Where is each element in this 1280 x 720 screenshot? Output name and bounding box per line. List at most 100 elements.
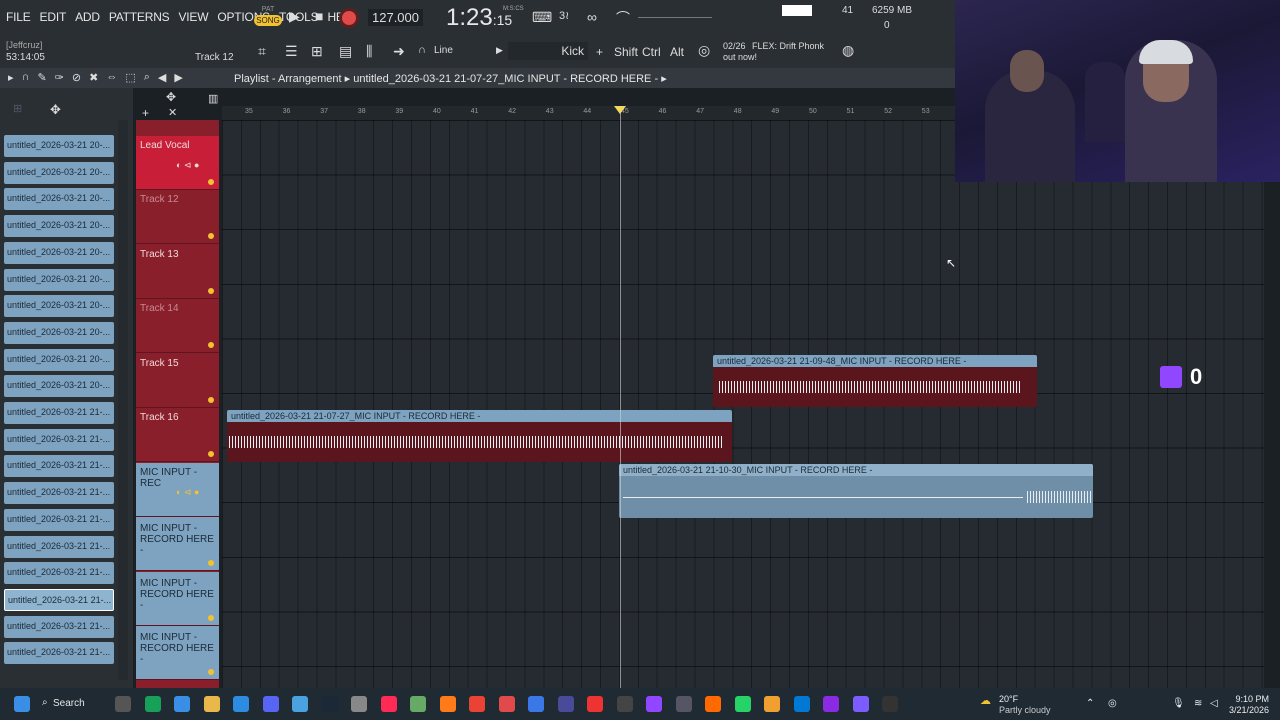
slip-icon[interactable]: ⇔ bbox=[106, 71, 117, 84]
taskbar-app-icon[interactable] bbox=[823, 696, 839, 712]
taskbar-app-icon[interactable] bbox=[705, 696, 721, 712]
taskbar-app-icon[interactable] bbox=[351, 696, 367, 712]
close-icon[interactable]: ✕ bbox=[168, 106, 177, 119]
menu-patterns[interactable]: PATTERNS bbox=[109, 10, 170, 24]
snap-select[interactable]: Line bbox=[434, 45, 453, 56]
browser-clip-item[interactable]: untitled_2026-03-21 20-... bbox=[4, 188, 114, 211]
browser-clip-item[interactable]: untitled_2026-03-21 21-... bbox=[4, 482, 114, 505]
taskbar-app-icon[interactable] bbox=[292, 696, 308, 712]
zoom-icon[interactable]: ⌕ bbox=[144, 71, 150, 84]
taskbar-app-icon[interactable] bbox=[882, 696, 898, 712]
add-track-icon[interactable]: + bbox=[142, 106, 149, 120]
plus-icon[interactable]: + bbox=[596, 45, 603, 59]
magnet-icon[interactable]: ∩ bbox=[418, 44, 426, 56]
taskbar-app-icon[interactable] bbox=[262, 696, 279, 712]
menu-add[interactable]: ADD bbox=[75, 10, 100, 24]
search-icon[interactable]: ⌕ bbox=[42, 697, 48, 708]
channel-selector[interactable]: Kick bbox=[508, 42, 588, 60]
track-lead-vocal[interactable]: Lead Vocal ◐ ⊲ ● bbox=[136, 136, 219, 190]
taskbar-app-icon[interactable] bbox=[852, 696, 869, 712]
browser-clip-item[interactable]: untitled_2026-03-21 20-... bbox=[4, 295, 114, 318]
track-mute-icon[interactable]: ◐ ⊲ ● bbox=[176, 487, 199, 498]
alt-key[interactable]: Alt bbox=[670, 45, 684, 59]
tray-app-icon[interactable]: ◎ bbox=[1108, 698, 1117, 709]
select-icon[interactable]: ⬚ bbox=[125, 71, 135, 84]
mixer-icon[interactable]: ⫼ bbox=[366, 43, 372, 60]
playlist-icon[interactable]: ☰ bbox=[285, 43, 298, 60]
menu-file[interactable]: FILE bbox=[6, 10, 31, 24]
metronome-icon[interactable]: ⌒ bbox=[616, 8, 630, 28]
taskbar-app-icon[interactable] bbox=[115, 696, 131, 712]
taskbar-app-icon[interactable] bbox=[321, 696, 338, 712]
browser-clip-item[interactable]: untitled_2026-03-21 21-... bbox=[4, 428, 114, 451]
track-mic-input-2[interactable]: MIC INPUT - RECORD HERE - bbox=[136, 517, 219, 571]
loop-record-icon[interactable]: ∞ bbox=[587, 9, 597, 25]
chevron-right-icon[interactable]: ▶ bbox=[496, 45, 503, 56]
browser-clip-item[interactable]: untitled_2026-03-21 20-... bbox=[4, 321, 114, 344]
menu-view[interactable]: VIEW bbox=[178, 10, 208, 24]
piano-roll-icon[interactable]: ▤ bbox=[339, 43, 352, 60]
volume-icon[interactable]: ◁ bbox=[1210, 698, 1218, 709]
grid-view-icon[interactable]: ▥ bbox=[208, 92, 218, 105]
playhead[interactable] bbox=[620, 108, 621, 688]
browser-clip-item[interactable]: untitled_2026-03-21 21-... bbox=[4, 402, 114, 424]
taskbar-app-icon[interactable] bbox=[675, 696, 692, 712]
taskbar-app-icon[interactable] bbox=[410, 696, 426, 712]
track-mic-input-3[interactable]: MIC INPUT - RECORD HERE - bbox=[136, 572, 219, 626]
track-mic-input[interactable]: MIC INPUT - REC ◐ ⊲ ● bbox=[136, 463, 219, 517]
speaker-icon[interactable]: ◀ bbox=[158, 71, 166, 84]
stop-icon[interactable]: ■ bbox=[315, 8, 323, 24]
breadcrumb[interactable]: untitled_2026-03-21 21-07-27_MIC INPUT -… bbox=[353, 73, 658, 85]
browser-clip-item[interactable]: untitled_2026-03-21 21-... bbox=[4, 535, 114, 558]
taskbar-app-icon[interactable] bbox=[764, 696, 780, 712]
pencil-icon[interactable]: ✎ bbox=[37, 71, 46, 84]
taskbar-app-icon[interactable] bbox=[469, 696, 485, 712]
taskbar-app-icon[interactable] bbox=[793, 696, 810, 712]
track-16[interactable]: Track 16 bbox=[136, 408, 219, 462]
microphone-icon[interactable]: 🎙 bbox=[1172, 698, 1185, 709]
audio-clip[interactable]: untitled_2026-03-21 21-07-27_MIC INPUT -… bbox=[227, 410, 732, 462]
taskbar-app-icon[interactable] bbox=[587, 696, 603, 712]
play-icon[interactable]: ▶ bbox=[289, 8, 300, 25]
track-15[interactable]: Track 15 bbox=[136, 354, 219, 408]
globe-icon[interactable]: ◍ bbox=[842, 42, 854, 59]
browser-clip-item[interactable]: untitled_2026-03-21 20-... bbox=[4, 268, 114, 291]
record-button[interactable] bbox=[339, 8, 359, 28]
tray-chevron-icon[interactable]: ⌃ bbox=[1086, 698, 1094, 709]
audio-clip[interactable]: untitled_2026-03-21 21-09-48_MIC INPUT -… bbox=[713, 355, 1037, 407]
magnet-tool-icon[interactable]: ∩ bbox=[22, 71, 30, 84]
taskbar-app-icon[interactable] bbox=[203, 696, 220, 712]
browser-clip-item[interactable]: untitled_2026-03-21 20-... bbox=[4, 161, 114, 184]
news-icon[interactable]: ◎ bbox=[698, 42, 710, 59]
mute-icon[interactable]: ✖ bbox=[89, 71, 98, 84]
shift-key[interactable]: Shift bbox=[614, 45, 638, 59]
track-mute-icon[interactable]: ◐ ⊲ ● bbox=[176, 160, 199, 171]
ctrl-key[interactable]: Ctrl bbox=[642, 45, 661, 59]
taskbar-app-icon[interactable] bbox=[557, 696, 574, 712]
news-line2[interactable]: out now! bbox=[723, 52, 757, 62]
tempo-display[interactable]: 127.000 bbox=[368, 9, 423, 26]
taskbar-app-icon[interactable] bbox=[439, 696, 456, 712]
weather-desc[interactable]: Partly cloudy bbox=[999, 705, 1051, 715]
browser-view-icon[interactable]: ⊞ bbox=[13, 102, 22, 115]
typing-keyboard-icon[interactable]: ⌨ bbox=[532, 9, 552, 26]
news-line1[interactable]: FLEX: Drift Phonk bbox=[752, 41, 824, 51]
system-time[interactable]: 9:10 PM bbox=[1229, 694, 1269, 704]
browser-clip-item[interactable]: untitled_2026-03-21 21-... bbox=[4, 588, 114, 611]
taskbar-app-icon[interactable] bbox=[528, 696, 544, 712]
delete-icon[interactable]: ⊘ bbox=[72, 71, 81, 84]
browser-clip-item[interactable]: untitled_2026-03-21 20-... bbox=[4, 375, 114, 398]
pat-song-toggle[interactable]: PAT SONG bbox=[254, 6, 282, 30]
browser-clip-item[interactable]: untitled_2026-03-21 20-... bbox=[4, 241, 114, 264]
channel-rack-icon[interactable]: ⊞ bbox=[311, 43, 323, 60]
browser-scrollbar[interactable] bbox=[118, 120, 128, 680]
browser-clip-item[interactable]: untitled_2026-03-21 20-... bbox=[4, 215, 114, 238]
track-mic-input-4[interactable]: MIC INPUT - RECORD HERE - bbox=[136, 626, 219, 680]
track-12[interactable]: Track 12 bbox=[136, 190, 219, 244]
master-volume-meter[interactable] bbox=[638, 8, 712, 18]
track-13[interactable]: Track 13 bbox=[136, 245, 219, 299]
menu-edit[interactable]: EDIT bbox=[40, 10, 67, 24]
taskbar-app-icon[interactable] bbox=[616, 696, 633, 712]
system-date[interactable]: 3/21/2026 bbox=[1222, 705, 1269, 715]
move-icon[interactable]: ✥ bbox=[50, 102, 61, 118]
